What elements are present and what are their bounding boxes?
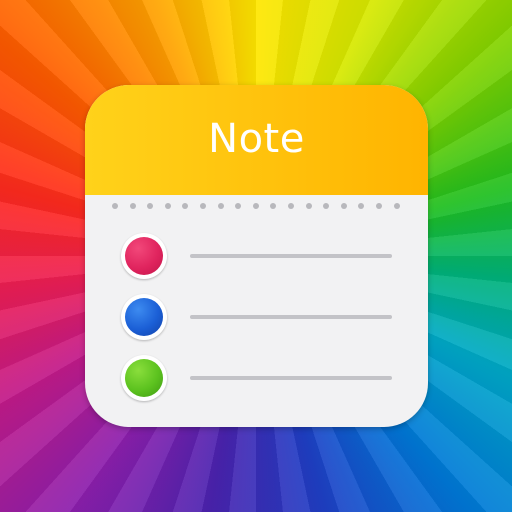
- list-line: [190, 254, 392, 258]
- notepad-header: Note: [85, 85, 428, 195]
- perforation-dot: [235, 203, 242, 209]
- perforation-dot: [393, 203, 400, 209]
- perforation-dot: [340, 203, 347, 209]
- app-icon: Note: [0, 0, 512, 512]
- list-line: [190, 315, 392, 319]
- perforation-dot: [376, 203, 382, 209]
- list-line: [190, 376, 392, 380]
- perforation-dot: [147, 203, 154, 209]
- perforation-dot: [112, 203, 118, 209]
- list-item: [85, 292, 428, 342]
- perforation-dot: [200, 203, 206, 209]
- perforation-dot: [323, 203, 330, 209]
- perforation-dot: [270, 203, 277, 209]
- perforation-dot: [305, 203, 312, 209]
- perforation-dot: [182, 203, 189, 209]
- perforation-dot: [288, 203, 294, 209]
- perforation-dot: [252, 203, 259, 209]
- app-title: Note: [208, 116, 305, 162]
- list-item: [85, 231, 428, 281]
- perforation-dot: [129, 203, 136, 209]
- notepad-card: Note: [85, 85, 428, 427]
- perforation-dots: [85, 201, 428, 211]
- green-bullet-icon: [121, 355, 167, 401]
- red-bullet-icon: [121, 233, 167, 279]
- perforation-dot: [358, 203, 365, 209]
- list-item: [85, 353, 428, 403]
- perforation-dot: [217, 203, 224, 209]
- blue-bullet-icon: [121, 294, 167, 340]
- perforation-dot: [164, 203, 171, 209]
